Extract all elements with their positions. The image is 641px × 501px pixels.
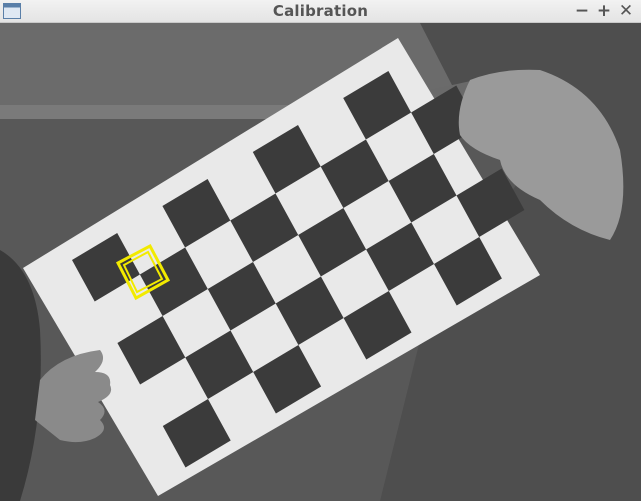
close-button[interactable]: ✕ <box>617 1 635 21</box>
minimize-button[interactable]: − <box>573 1 591 21</box>
camera-viewport <box>0 23 641 501</box>
calibration-window: Calibration − + ✕ <box>0 0 641 501</box>
window-title: Calibration <box>272 2 369 20</box>
title-bar[interactable]: Calibration − + ✕ <box>0 0 641 23</box>
window-controls: − + ✕ <box>573 1 635 21</box>
maximize-button[interactable]: + <box>595 1 613 21</box>
